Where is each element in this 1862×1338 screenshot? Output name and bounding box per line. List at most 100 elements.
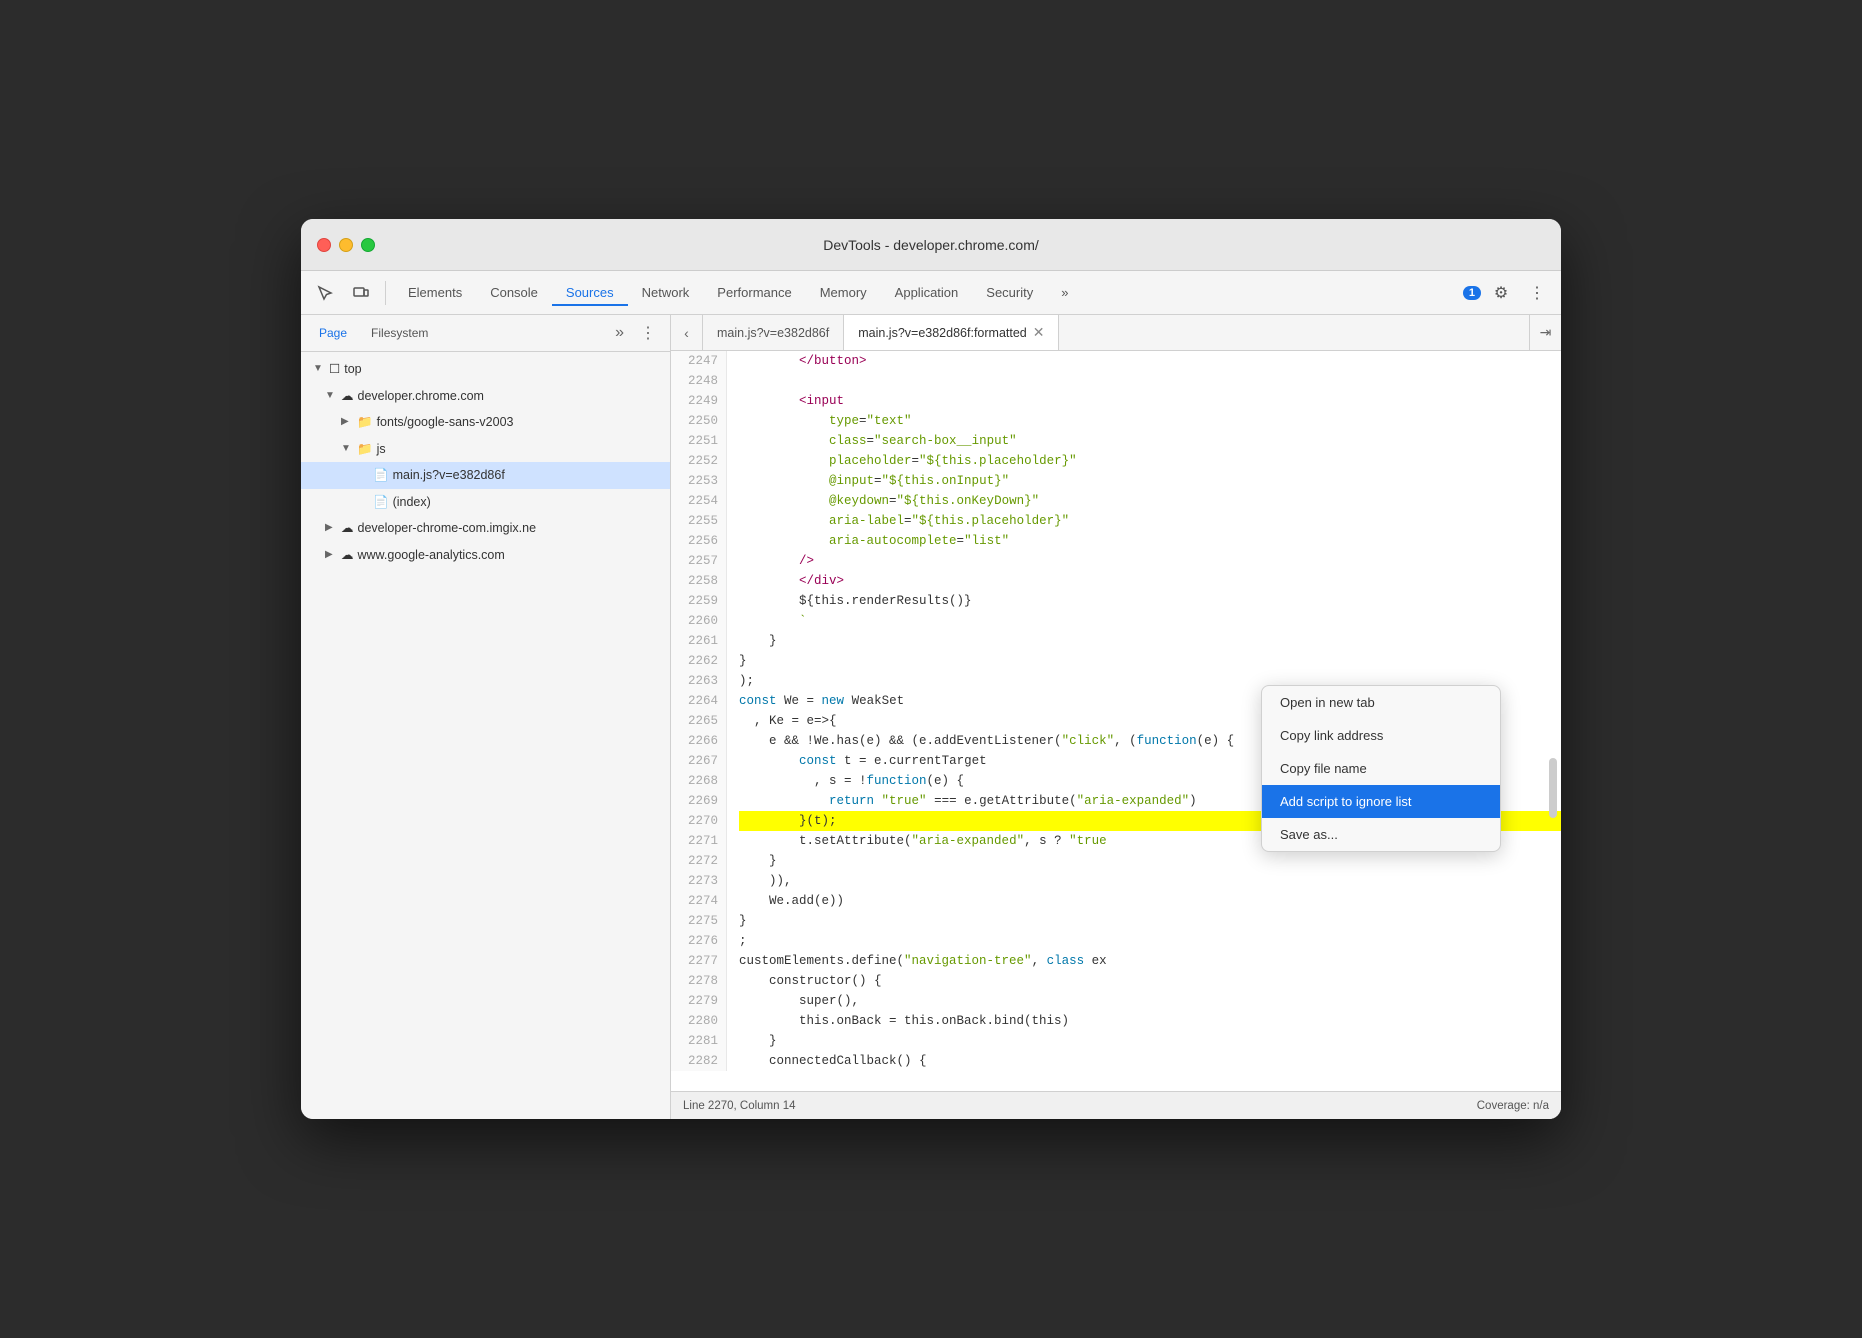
inspect-element-button[interactable]: [309, 277, 341, 309]
code-line: aria-autocomplete="list": [739, 531, 1561, 551]
minimize-button[interactable]: [339, 238, 353, 252]
tree-item-main-js[interactable]: 📄 main.js?v=e382d86f: [301, 462, 670, 489]
code-line: ;: [739, 931, 1561, 951]
tree-arrow-imgix: ▶: [325, 519, 337, 537]
settings-button[interactable]: ⚙: [1485, 277, 1517, 309]
line-number: 2253: [679, 471, 718, 491]
tree-icon-main-js: 📄: [373, 464, 389, 487]
tab-application[interactable]: Application: [881, 279, 973, 306]
tree-arrow-top: ▼: [313, 360, 325, 378]
tree-item-chrome[interactable]: ▼ ☁ developer.chrome.com: [301, 383, 670, 410]
ctx-copy-link[interactable]: Copy link address: [1262, 719, 1500, 752]
tree-icon-js: 📁: [357, 438, 373, 461]
code-line: connectedCallback() {: [739, 1051, 1561, 1071]
line-number: 2255: [679, 511, 718, 531]
sidebar-tab-page[interactable]: Page: [309, 322, 357, 344]
editor-tab-main-js-label: main.js?v=e382d86f: [717, 326, 829, 340]
ctx-save-as[interactable]: Save as...: [1262, 818, 1500, 851]
line-number: 2249: [679, 391, 718, 411]
editor-tab-back[interactable]: ‹: [671, 315, 703, 350]
code-line: constructor() {: [739, 971, 1561, 991]
scrollbar-thumb[interactable]: [1549, 758, 1557, 818]
ctx-add-ignore[interactable]: Add script to ignore list: [1262, 785, 1500, 818]
tree-label-analytics: www.google-analytics.com: [358, 544, 505, 567]
tab-memory[interactable]: Memory: [806, 279, 881, 306]
line-number: 2280: [679, 1011, 718, 1031]
tree-item-index[interactable]: 📄 (index): [301, 489, 670, 516]
line-number: 2259: [679, 591, 718, 611]
tree-item-fonts[interactable]: ▶ 📁 fonts/google-sans-v2003: [301, 409, 670, 436]
line-number: 2262: [679, 651, 718, 671]
tree-item-js[interactable]: ▼ 📁 js: [301, 436, 670, 463]
cursor-position: Line 2270, Column 14: [683, 1100, 796, 1112]
editor-area: ‹ main.js?v=e382d86f main.js?v=e382d86f:…: [671, 315, 1561, 1119]
tree-label-js: js: [377, 438, 386, 461]
device-toggle-button[interactable]: [345, 277, 377, 309]
sidebar-tab-filesystem[interactable]: Filesystem: [361, 322, 438, 344]
line-number: 2282: [679, 1051, 718, 1071]
nav-tabs: Elements Console Sources Network Perform…: [394, 279, 1459, 306]
code-line: aria-label="${this.placeholder}": [739, 511, 1561, 531]
traffic-lights: [317, 238, 375, 252]
code-line: <input: [739, 391, 1561, 411]
tab-sources[interactable]: Sources: [552, 279, 628, 306]
inspect-icon: [317, 285, 333, 301]
tab-console[interactable]: Console: [476, 279, 552, 306]
tab-security[interactable]: Security: [972, 279, 1047, 306]
editor-tab-main-js-formatted[interactable]: main.js?v=e382d86f:formatted ✕: [844, 315, 1059, 350]
line-number: 2274: [679, 891, 718, 911]
editor-tab-bar: ‹ main.js?v=e382d86f main.js?v=e382d86f:…: [671, 315, 1561, 351]
line-number: 2257: [679, 551, 718, 571]
status-bar: Line 2270, Column 14 Coverage: n/a: [671, 1091, 1561, 1119]
ctx-copy-filename[interactable]: Copy file name: [1262, 752, 1500, 785]
code-line: )),: [739, 871, 1561, 891]
editor-tab-formatted-label: main.js?v=e382d86f:formatted: [858, 326, 1027, 340]
close-button[interactable]: [317, 238, 331, 252]
line-number: 2273: [679, 871, 718, 891]
code-line: customElements.define("navigation-tree",…: [739, 951, 1561, 971]
line-number: 2271: [679, 831, 718, 851]
editor-collapse-button[interactable]: ⇥: [1529, 315, 1561, 350]
line-number: 2260: [679, 611, 718, 631]
code-line: type="text": [739, 411, 1561, 431]
tab-network[interactable]: Network: [628, 279, 704, 306]
line-number: 2263: [679, 671, 718, 691]
tab-elements[interactable]: Elements: [394, 279, 476, 306]
coverage-status: Coverage: n/a: [1477, 1100, 1549, 1112]
ctx-open-new-tab[interactable]: Open in new tab: [1262, 686, 1500, 719]
sidebar-tabs-more[interactable]: »: [609, 322, 630, 344]
context-menu: Open in new tab Copy link address Copy f…: [1261, 685, 1501, 852]
window-title: DevTools - developer.chrome.com/: [823, 237, 1039, 253]
tree-label-index: (index): [393, 491, 431, 514]
code-line: </div>: [739, 571, 1561, 591]
code-line: this.onBack = this.onBack.bind(this): [739, 1011, 1561, 1031]
tree-item-imgix[interactable]: ▶ ☁ developer-chrome-com.imgix.ne: [301, 515, 670, 542]
editor-tab-main-js[interactable]: main.js?v=e382d86f: [703, 315, 844, 350]
editor-tab-close[interactable]: ✕: [1033, 324, 1045, 341]
code-line: }: [739, 631, 1561, 651]
notification-badge: 1: [1463, 286, 1481, 300]
line-number: 2267: [679, 751, 718, 771]
tree-label-fonts: fonts/google-sans-v2003: [377, 411, 514, 434]
line-number: 2258: [679, 571, 718, 591]
code-line: }: [739, 851, 1561, 871]
more-options-button[interactable]: ⋮: [1521, 277, 1553, 309]
main-content: Page Filesystem » ⋮ ▼ ☐ top ▼ ☁ develope…: [301, 315, 1561, 1119]
code-line: We.add(e)): [739, 891, 1561, 911]
line-number: 2254: [679, 491, 718, 511]
code-line: </button>: [739, 351, 1561, 371]
line-number: 2275: [679, 911, 718, 931]
tab-more[interactable]: »: [1047, 279, 1082, 306]
line-number: 2270: [679, 811, 718, 831]
tree-item-analytics[interactable]: ▶ ☁ www.google-analytics.com: [301, 542, 670, 569]
line-number: 2266: [679, 731, 718, 751]
devtools-window: DevTools - developer.chrome.com/ Element…: [301, 219, 1561, 1119]
line-number: 2251: [679, 431, 718, 451]
maximize-button[interactable]: [361, 238, 375, 252]
sidebar-menu-button[interactable]: ⋮: [634, 321, 662, 345]
line-number: 2281: [679, 1031, 718, 1051]
tree-icon-fonts: 📁: [357, 411, 373, 434]
tab-performance[interactable]: Performance: [703, 279, 805, 306]
line-numbers: 2247224822492250225122522253225422552256…: [671, 351, 727, 1071]
tree-item-top[interactable]: ▼ ☐ top: [301, 356, 670, 383]
